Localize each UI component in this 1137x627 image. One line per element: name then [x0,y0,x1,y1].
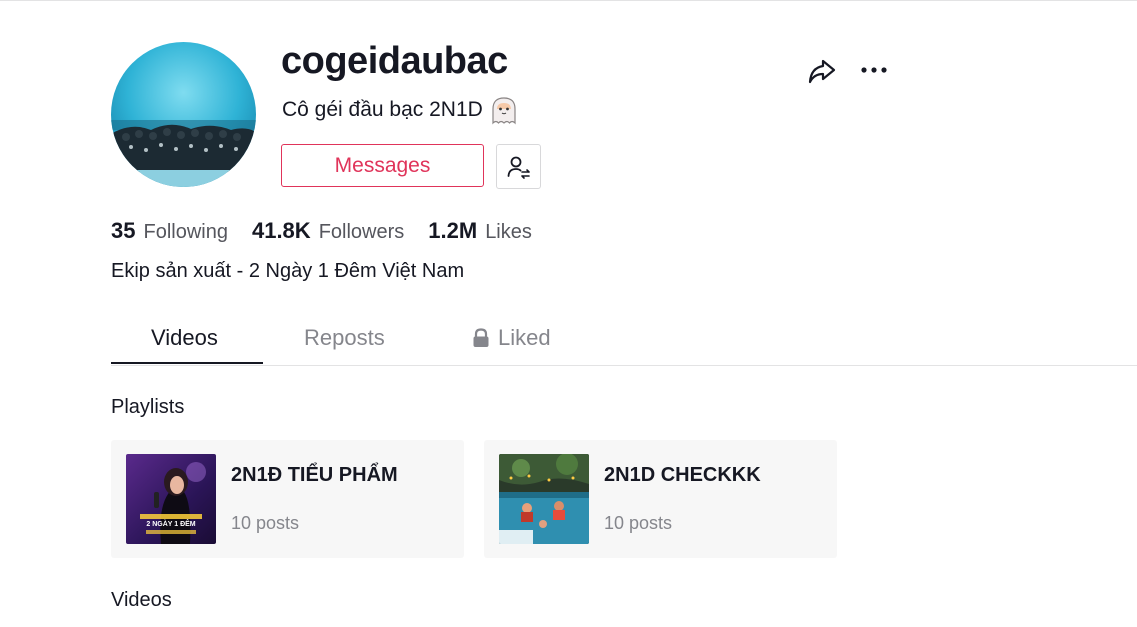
profile-avatar[interactable] [111,42,256,187]
profile-nickname: Cô géi đầu bạc 2N1D [282,95,519,125]
friend-options-button[interactable] [496,144,541,189]
top-divider [0,0,1137,1]
likes-label: Likes [485,221,532,243]
active-tab-indicator [111,362,263,364]
share-arrow-icon [808,59,836,84]
following-count: 35 [111,218,136,243]
profile-tabs: Videos Reposts Liked [111,315,1137,366]
followers-stat[interactable]: 41.8K Followers [252,218,404,244]
playlist-count-2: 10 posts [604,513,673,533]
tab-videos[interactable]: Videos [151,325,218,351]
playlist-count-1: 10 posts [231,513,300,533]
messages-button[interactable]: Messages [281,144,484,187]
profile-username: cogeidaubac [281,40,508,82]
lock-icon [473,328,489,347]
nickname-text: Cô géi đầu bạc 2N1D [282,98,483,121]
person-swap-icon [507,156,530,179]
likes-count: 1.2M [428,218,478,243]
more-dots-icon [861,67,887,73]
playlist-thumbnail-2 [499,454,589,544]
tab-reposts[interactable]: Reposts [304,325,385,351]
followers-count: 41.8K [251,218,311,243]
tab-liked[interactable]: Liked [472,325,551,351]
likes-stat: 1.2M Likes [428,218,532,244]
ghost-face-emoji-icon [489,95,519,125]
share-button[interactable] [806,55,838,87]
followers-label: Followers [318,221,405,243]
tab-liked-label: Liked [498,325,551,350]
following-label: Following [143,221,228,243]
playlist-name-2: 2N1D CHECKKK [604,464,761,486]
playlist-thumbnail-1: 2 NGÀY 1 ĐÊM [126,454,216,544]
more-options-button[interactable] [858,55,890,85]
playlist-card-2[interactable]: 2N1D CHECKKK 10 posts [484,440,837,558]
profile-bio: Ekip sản xuất - 2 Ngày 1 Đêm Việt Nam [111,260,465,282]
playlists-heading: Playlists [111,396,185,418]
profile-stats: 35 Following 41.8K Followers 1.2M Likes [111,218,556,244]
playlist-name-1: 2N1Đ TIỂU PHẨM [231,464,398,486]
playlist-card-1[interactable]: 2 NGÀY 1 ĐÊM 2N1Đ TIỂU PHẨM 10 posts [111,440,464,558]
videos-heading: Videos [111,589,172,611]
thumb-caption: 2 NGÀY 1 ĐÊM [146,519,195,528]
following-stat[interactable]: 35 Following [111,218,228,244]
